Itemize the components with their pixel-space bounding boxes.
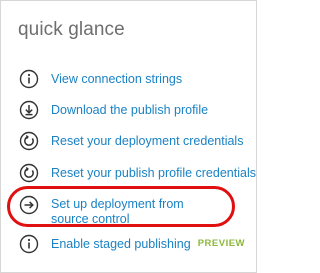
link-label[interactable]: Enable staged publishing	[51, 234, 191, 252]
enable-staged-publishing-link[interactable]: Enable staged publishing PREVIEW	[19, 234, 245, 254]
panel-title: quick glance	[18, 19, 125, 40]
reset-icon	[19, 131, 39, 151]
download-icon	[19, 100, 39, 120]
preview-badge: PREVIEW	[197, 238, 246, 249]
reset-deployment-credentials-link[interactable]: Reset your deployment credentials	[19, 131, 243, 151]
setup-deployment-source-control-link[interactable]: Set up deployment from source control	[19, 195, 221, 227]
download-publish-profile-link[interactable]: Download the publish profile	[19, 100, 208, 120]
link-label[interactable]: View connection strings	[51, 69, 182, 87]
reset-icon	[19, 163, 39, 183]
arrow-right-icon	[19, 195, 39, 215]
link-label[interactable]: Set up deployment from source control	[51, 195, 221, 227]
quick-glance-panel: quick glance View connection strings Dow…	[0, 0, 257, 273]
view-connection-strings-link[interactable]: View connection strings	[19, 69, 182, 89]
reset-publish-profile-credentials-link[interactable]: Reset your publish profile credentials	[19, 163, 256, 183]
link-label[interactable]: Download the publish profile	[51, 100, 208, 118]
link-label[interactable]: Reset your deployment credentials	[51, 131, 243, 149]
info-icon	[19, 234, 39, 254]
link-label[interactable]: Reset your publish profile credentials	[51, 163, 256, 181]
info-icon	[19, 69, 39, 89]
